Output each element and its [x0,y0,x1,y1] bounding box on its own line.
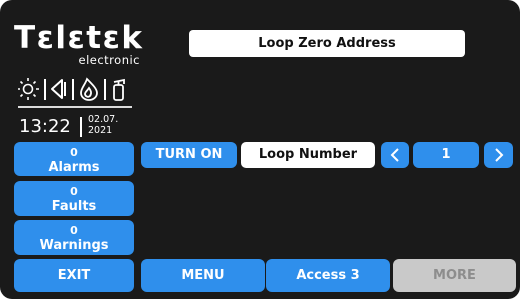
extinguisher-icon [113,78,125,101]
clock-date-year: 2021 [88,125,113,136]
more-button[interactable]: MORE [393,259,516,292]
clock-date-day: 02.07. [88,114,119,125]
faults-count: 0 [70,185,78,198]
clock-time: 13:22 [19,116,71,137]
chevron-right-icon [495,148,504,162]
turn-on-button[interactable]: TURN ON [141,142,237,168]
exit-button[interactable]: EXIT [14,259,134,292]
clock-date: 02.07. 2021 [88,114,118,136]
page-title: Loop Zero Address [189,30,465,57]
clock: 13:22 02.07. 2021 [14,111,142,139]
next-loop-button[interactable] [484,142,513,168]
chevron-left-icon [390,148,399,162]
loop-number-value[interactable]: 1 [413,142,479,168]
panel-screen: Tεlεtεk electronic 13:22 02.07. 2021 Loo… [0,0,520,299]
speaker-icon [51,79,66,99]
warnings-label: Warnings [39,238,109,253]
logo-subtitle: electronic [78,53,140,67]
teletek-logo: Tεlεtεk electronic [14,20,144,67]
warnings-count: 0 [70,224,78,237]
status-divider [18,106,132,108]
flame-icon [80,77,98,101]
faults-label: Faults [51,199,97,214]
logo-wordmark: Tεlεtεk [14,20,144,56]
alarms-label: Alarms [48,160,100,175]
loop-number-label: Loop Number [241,142,375,168]
menu-button[interactable]: MENU [141,259,265,292]
status-icon-row [17,76,138,104]
clock-divider [80,117,82,137]
access-level-button[interactable]: Access 3 [266,259,390,292]
alarms-count: 0 [70,146,78,159]
previous-loop-button[interactable] [381,142,409,168]
sun-icon [17,78,39,100]
faults-button[interactable]: 0 Faults [14,181,134,216]
warnings-button[interactable]: 0 Warnings [14,220,134,255]
alarms-button[interactable]: 0 Alarms [14,142,134,176]
